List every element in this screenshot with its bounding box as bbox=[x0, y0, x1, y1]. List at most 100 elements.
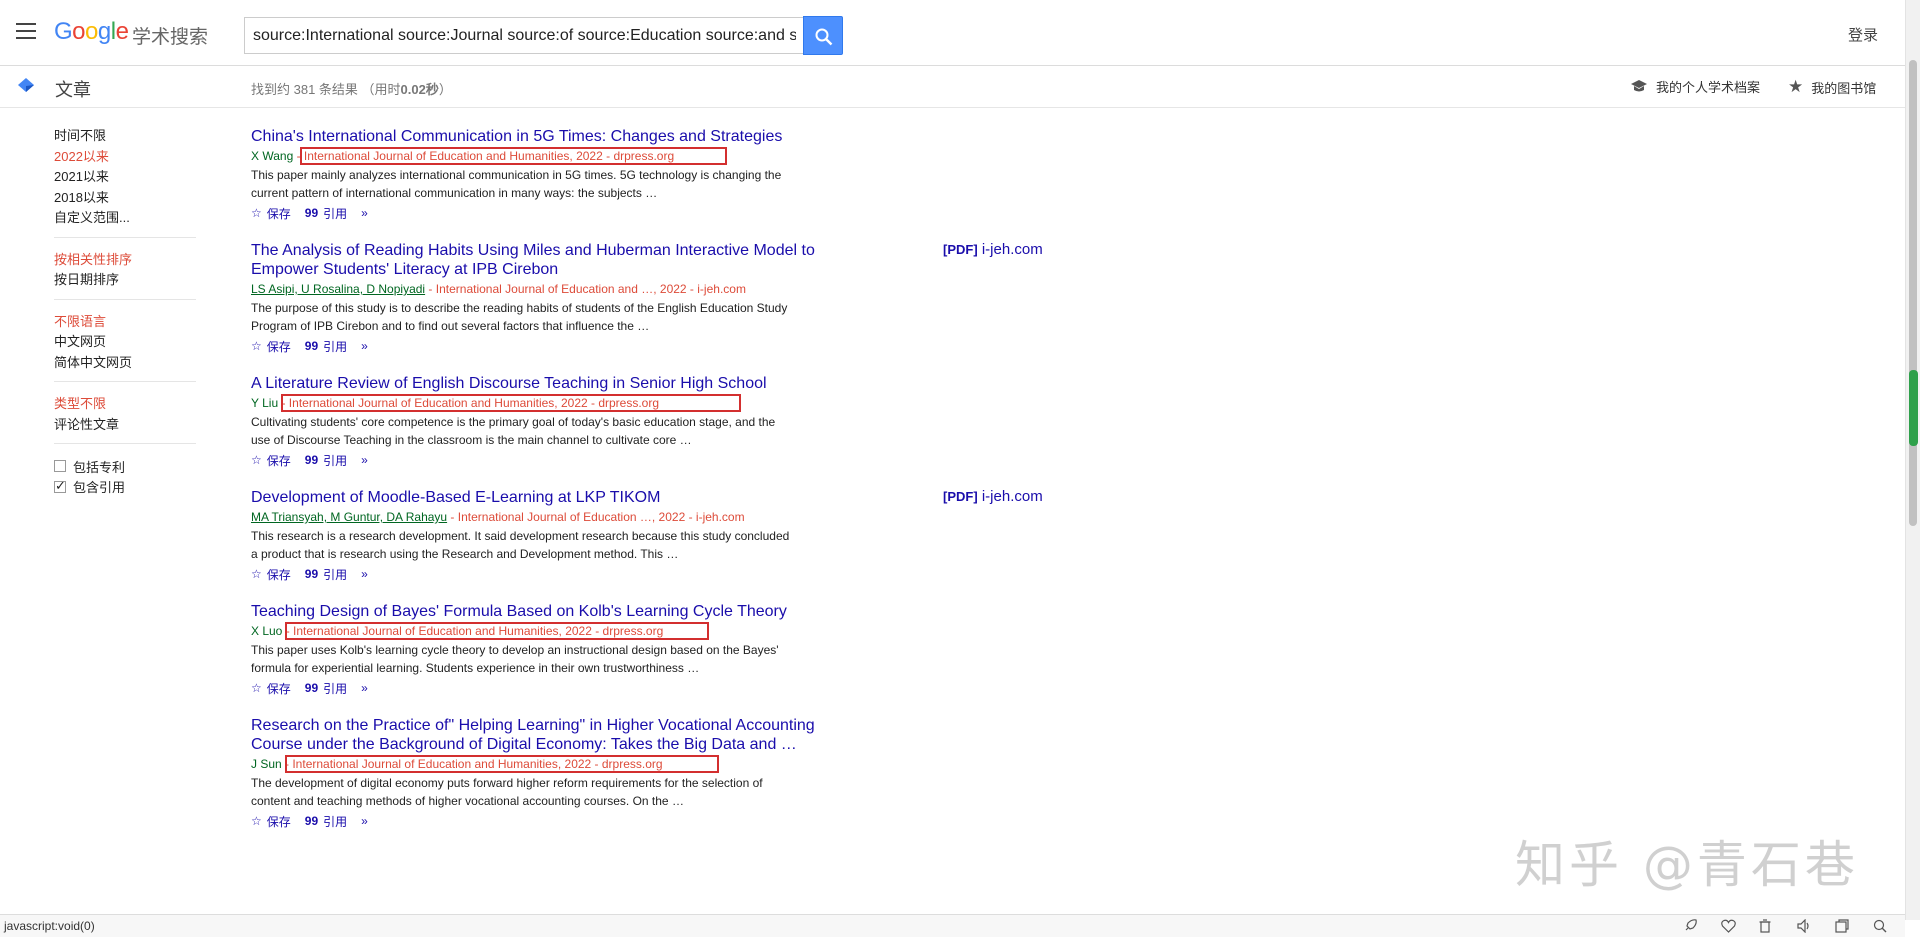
more-button[interactable]: » bbox=[361, 339, 368, 353]
scholar-label: 学术搜索 bbox=[132, 27, 209, 48]
search-button[interactable] bbox=[803, 16, 843, 55]
more-button[interactable]: » bbox=[361, 567, 368, 581]
result-actions: ☆ 保存 99 引用 » bbox=[251, 812, 1051, 830]
top-header: Google 学术搜索 登录 bbox=[0, 0, 1905, 66]
star-outline-icon: ☆ bbox=[251, 681, 262, 695]
save-button[interactable]: ☆ 保存 bbox=[251, 205, 291, 222]
result-item: Teaching Design of Bayes' Formula Based … bbox=[251, 602, 1051, 697]
double-chevron-icon: » bbox=[361, 453, 368, 467]
cite-button[interactable]: 99 引用 bbox=[305, 452, 347, 469]
result-authors[interactable]: X Luo bbox=[251, 624, 282, 638]
result-authors[interactable]: X Wang bbox=[251, 149, 293, 163]
divider bbox=[54, 381, 196, 382]
result-title[interactable]: China's International Communication in 5… bbox=[251, 127, 861, 146]
search-input[interactable] bbox=[245, 18, 804, 53]
rocket-icon[interactable] bbox=[1683, 919, 1699, 933]
save-button[interactable]: ☆ 保存 bbox=[251, 338, 291, 355]
google-logo[interactable]: Google bbox=[54, 18, 129, 46]
save-button[interactable]: ☆ 保存 bbox=[251, 680, 291, 697]
filter-simplified-chinese[interactable]: 简体中文网页 bbox=[54, 353, 196, 374]
filter-review-articles[interactable]: 评论性文章 bbox=[54, 415, 196, 436]
checkbox-box[interactable] bbox=[54, 460, 66, 473]
zoom-icon[interactable] bbox=[1873, 919, 1889, 933]
more-button[interactable]: » bbox=[361, 453, 368, 467]
filter-custom-range[interactable]: 自定义范围... bbox=[54, 208, 196, 229]
result-authors[interactable]: MA Triansyah, M Guntur, DA Rahayu bbox=[251, 510, 447, 524]
include-citations-label: 包含引用 bbox=[73, 480, 126, 496]
cite-button[interactable]: 99 引用 bbox=[305, 813, 347, 830]
cite-button[interactable]: 99 引用 bbox=[305, 566, 347, 583]
trash-icon[interactable] bbox=[1759, 919, 1775, 933]
result-authors[interactable]: Y Liu bbox=[251, 396, 278, 410]
save-label: 保存 bbox=[266, 453, 291, 468]
filter-since-2022[interactable]: 2022以来 bbox=[54, 147, 196, 168]
more-button[interactable]: » bbox=[361, 206, 368, 220]
scrollbar-track[interactable] bbox=[1909, 60, 1917, 526]
include-citations-checkbox[interactable]: 包含引用 bbox=[54, 477, 196, 498]
result-snippet: This paper uses Kolb's learning cycle th… bbox=[251, 643, 779, 675]
filter-any-time[interactable]: 时间不限 bbox=[54, 126, 196, 147]
stats-time: 0.02秒 bbox=[400, 82, 439, 97]
quote-icon: 99 bbox=[304, 339, 319, 353]
star-outline-icon: ☆ bbox=[251, 453, 262, 467]
more-button[interactable]: » bbox=[361, 814, 368, 828]
annotation-highlight-box bbox=[281, 394, 741, 412]
checkbox-box[interactable] bbox=[54, 478, 66, 494]
stats-prefix: 找到约 381 条结果 （用时 bbox=[251, 82, 401, 97]
filter-chinese-pages[interactable]: 中文网页 bbox=[54, 332, 196, 353]
cite-label: 引用 bbox=[323, 567, 348, 582]
pdf-link[interactable]: [PDF] i-jeh.com bbox=[943, 488, 1043, 505]
my-library-label: 我的图书馆 bbox=[1811, 80, 1877, 96]
result-title[interactable]: A Literature Review of English Discourse… bbox=[251, 374, 861, 393]
result-meta: LS Asipi, U Rosalina, D Nopiyadi - Inter… bbox=[251, 279, 1051, 299]
window-icon[interactable] bbox=[1835, 919, 1851, 933]
result-actions: ☆ 保存 99 引用 » bbox=[251, 565, 1051, 583]
save-label: 保存 bbox=[266, 567, 291, 582]
filter-since-2021[interactable]: 2021以来 bbox=[54, 167, 196, 188]
result-title[interactable]: The Analysis of Reading Habits Using Mil… bbox=[251, 241, 861, 279]
result-title[interactable]: Teaching Design of Bayes' Formula Based … bbox=[251, 602, 861, 621]
save-button[interactable]: ☆ 保存 bbox=[251, 452, 291, 469]
results-list: China's International Communication in 5… bbox=[251, 127, 1051, 849]
more-button[interactable]: » bbox=[361, 681, 368, 695]
result-title[interactable]: Research on the Practice of" Helping Lea… bbox=[251, 716, 861, 754]
articles-label[interactable]: 文章 bbox=[55, 76, 91, 102]
vertical-scrollbar[interactable] bbox=[1905, 0, 1920, 920]
search-box[interactable] bbox=[244, 17, 804, 54]
login-button[interactable]: 登录 bbox=[1848, 24, 1878, 45]
graduation-cap-icon bbox=[1631, 79, 1647, 91]
status-icons bbox=[1683, 918, 1889, 934]
pdf-host: i-jeh.com bbox=[981, 488, 1043, 505]
star-outline-icon: ☆ bbox=[251, 567, 262, 581]
result-authors[interactable]: J Sun bbox=[251, 757, 282, 771]
filter-any-type[interactable]: 类型不限 bbox=[54, 394, 196, 415]
save-label: 保存 bbox=[266, 814, 291, 829]
save-button[interactable]: ☆ 保存 bbox=[251, 566, 291, 583]
heart-icon[interactable] bbox=[1721, 919, 1737, 933]
cite-button[interactable]: 99 引用 bbox=[305, 205, 347, 222]
filter-sidebar: 时间不限 2022以来 2021以来 2018以来 自定义范围... 按相关性排… bbox=[54, 126, 196, 497]
result-snippet: This research is a research development.… bbox=[251, 529, 790, 561]
sort-by-date[interactable]: 按日期排序 bbox=[54, 270, 196, 291]
cite-button[interactable]: 99 引用 bbox=[305, 680, 347, 697]
include-patents-checkbox[interactable]: 包括专利 bbox=[54, 456, 196, 477]
cite-button[interactable]: 99 引用 bbox=[305, 338, 347, 355]
save-button[interactable]: ☆ 保存 bbox=[251, 813, 291, 830]
sort-by-relevance[interactable]: 按相关性排序 bbox=[54, 250, 196, 271]
menu-icon[interactable] bbox=[16, 23, 36, 39]
my-library-link[interactable]: ★ 我的图书馆 bbox=[1788, 77, 1876, 97]
my-profile-link[interactable]: 我的个人学术档案 bbox=[1630, 77, 1760, 96]
pdf-link[interactable]: [PDF] i-jeh.com bbox=[943, 241, 1043, 258]
result-stats: 找到约 381 条结果 （用时0.02秒） bbox=[251, 79, 452, 98]
filter-since-2018[interactable]: 2018以来 bbox=[54, 188, 196, 209]
speaker-icon[interactable] bbox=[1797, 918, 1813, 934]
result-snippet: The development of digital economy puts … bbox=[251, 776, 763, 808]
scrollbar-thumb[interactable] bbox=[1909, 370, 1918, 446]
quote-icon: 99 bbox=[304, 567, 319, 581]
status-bar: javascript:void(0) bbox=[0, 914, 1905, 937]
result-title[interactable]: Development of Moodle-Based E-Learning a… bbox=[251, 488, 861, 507]
filter-any-language[interactable]: 不限语言 bbox=[54, 312, 196, 333]
result-meta: Y Liu - International Journal of Educati… bbox=[251, 393, 1051, 413]
result-item: Research on the Practice of" Helping Lea… bbox=[251, 716, 1051, 830]
result-authors[interactable]: LS Asipi, U Rosalina, D Nopiyadi bbox=[251, 282, 425, 296]
